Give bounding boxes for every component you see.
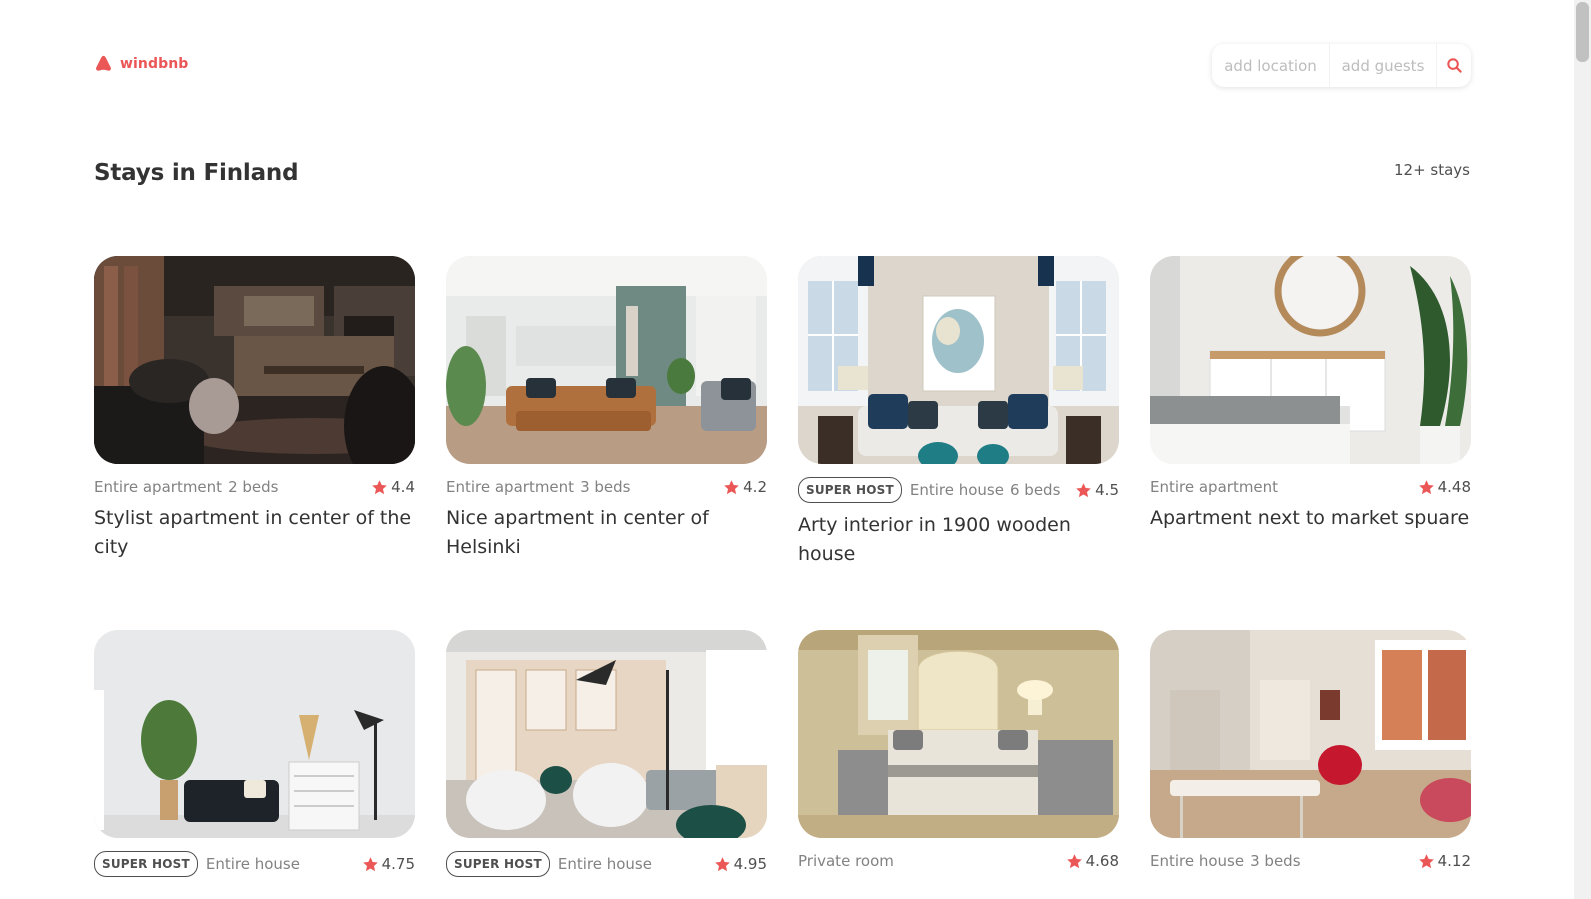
- stay-title[interactable]: Apartment next to market spuare: [1150, 504, 1471, 533]
- brand-name: windbnb: [120, 55, 189, 72]
- stay-type: Entire apartment: [94, 478, 223, 496]
- stay-rating-value: 4.95: [733, 855, 767, 873]
- stay-beds: 3 beds: [1250, 852, 1301, 870]
- star-icon: [714, 856, 730, 871]
- stay-meta: SUPER HOST Entire house 6 beds 4.5: [798, 475, 1119, 505]
- stay-type: Entire house: [205, 855, 300, 873]
- scrollbar-thumb[interactable]: [1576, 2, 1589, 62]
- stay-type: Entire house: [1150, 852, 1245, 870]
- stay-photo[interactable]: [94, 256, 415, 464]
- stay-meta: Private room 4.68: [798, 850, 1119, 872]
- search-icon: [1446, 58, 1462, 73]
- stay-type: Entire house: [557, 855, 652, 873]
- stay-meta: Entire apartment 2 beds 4.4: [94, 476, 415, 498]
- stay-meta: SUPER HOST Entire house 4.95: [446, 849, 767, 879]
- superhost-badge: SUPER HOST: [798, 477, 902, 503]
- stay-rating: 4.4: [371, 478, 415, 496]
- stay-rating-value: 4.2: [743, 478, 767, 496]
- page-title: Stays in Finland: [94, 160, 299, 186]
- stay-rating-value: 4.4: [391, 478, 415, 496]
- stay-rating: 4.12: [1418, 852, 1471, 870]
- stay-rating-value: 4.12: [1437, 852, 1471, 870]
- stay-card[interactable]: Private room 4.68: [798, 630, 1119, 872]
- location-field[interactable]: add location: [1212, 44, 1330, 87]
- stay-meta: Entire house 3 beds 4.12: [1150, 850, 1471, 872]
- star-icon: [1418, 479, 1434, 494]
- stay-card[interactable]: SUPER HOST Entire house 4.75: [94, 630, 415, 879]
- brand-logo[interactable]: windbnb: [94, 54, 188, 73]
- superhost-badge: SUPER HOST: [446, 851, 550, 877]
- stay-rating: 4.2: [723, 478, 767, 496]
- stay-photo[interactable]: [446, 630, 767, 838]
- logo-icon: [96, 55, 111, 71]
- stay-rating-value: 4.5: [1095, 481, 1119, 499]
- stay-rating: 4.95: [714, 855, 767, 873]
- stay-rating: 4.75: [362, 855, 415, 873]
- star-icon: [372, 479, 387, 494]
- search-bar[interactable]: add location add guests: [1212, 44, 1471, 87]
- stay-card[interactable]: SUPER HOST Entire house 4.95: [446, 630, 767, 879]
- stay-photo[interactable]: [798, 630, 1119, 838]
- star-icon: [1066, 853, 1082, 868]
- stay-card[interactable]: SUPER HOST Entire house 6 beds 4.5 Arty …: [798, 256, 1119, 569]
- stay-rating: 4.68: [1066, 852, 1119, 870]
- star-icon: [724, 479, 739, 494]
- stay-type: Entire house: [909, 481, 1004, 499]
- stay-title[interactable]: Arty interior in 1900 wooden house: [798, 511, 1119, 569]
- stay-meta: SUPER HOST Entire house 4.75: [94, 849, 415, 879]
- stay-title[interactable]: Nice apartment in center of Helsinki: [446, 504, 767, 562]
- stay-rating-value: 4.48: [1437, 478, 1471, 496]
- stay-photo[interactable]: [1150, 256, 1471, 464]
- stay-card[interactable]: Entire house 3 beds 4.12: [1150, 630, 1471, 872]
- stay-beds: 2 beds: [228, 478, 279, 496]
- stay-rating: 4.5: [1075, 481, 1119, 499]
- stay-photo[interactable]: [798, 256, 1119, 464]
- stay-rating-value: 4.75: [381, 855, 415, 873]
- stay-type: Private room: [798, 852, 894, 870]
- stay-beds: 6 beds: [1009, 481, 1061, 499]
- stay-card[interactable]: Entire apartment 2 beds 4.4 Stylist apar…: [94, 256, 415, 562]
- stay-photo[interactable]: [1150, 630, 1471, 838]
- stay-card[interactable]: Entire apartment 3 beds 4.2 Nice apartme…: [446, 256, 767, 562]
- star-icon: [1418, 853, 1434, 868]
- star-icon: [362, 856, 378, 871]
- star-icon: [1076, 482, 1091, 497]
- superhost-badge: SUPER HOST: [94, 851, 198, 877]
- stay-meta: Entire apartment 4.48: [1150, 476, 1471, 498]
- stay-meta: Entire apartment 3 beds 4.2: [446, 476, 767, 498]
- stay-photo[interactable]: [446, 256, 767, 464]
- stay-rating: 4.48: [1418, 478, 1471, 496]
- search-button[interactable]: [1437, 44, 1471, 87]
- stay-type: Entire apartment: [1150, 478, 1279, 496]
- stay-photo[interactable]: [94, 630, 415, 838]
- guests-field[interactable]: add guests: [1330, 44, 1437, 87]
- stay-title[interactable]: Stylist apartment in center of the city: [94, 504, 415, 562]
- stay-type: Entire apartment: [446, 478, 575, 496]
- stay-card[interactable]: Entire apartment 4.48 Apartment next to …: [1150, 256, 1471, 533]
- stay-rating-value: 4.68: [1085, 852, 1119, 870]
- stays-count: 12+ stays: [1393, 161, 1470, 179]
- scrollbar-track[interactable]: [1574, 0, 1591, 899]
- stay-beds: 3 beds: [580, 478, 631, 496]
